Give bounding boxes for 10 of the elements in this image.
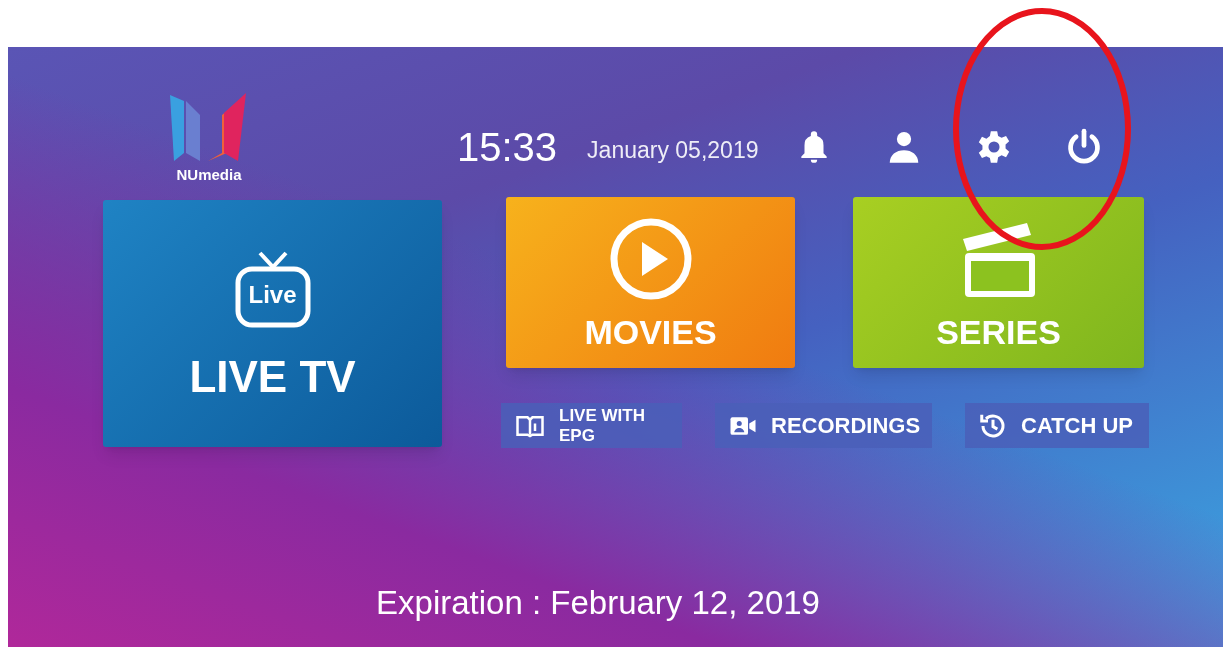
live-tv-tile[interactable]: Live LIVE TV	[103, 200, 442, 447]
expiration-text: Expiration : February 12, 2019	[376, 586, 820, 619]
date-text: January 05,2019	[587, 138, 759, 162]
recordings-button[interactable]: RECORDINGS	[715, 403, 932, 448]
catch-up-button[interactable]: CATCH UP	[965, 403, 1149, 448]
play-icon	[608, 216, 693, 301]
live-badge-text: Live	[248, 282, 297, 307]
clock-time: 15:33	[457, 127, 558, 167]
logo-text: NUmedia	[176, 167, 242, 182]
live-with-epg-button[interactable]: LIVE WITH EPG	[501, 403, 682, 448]
